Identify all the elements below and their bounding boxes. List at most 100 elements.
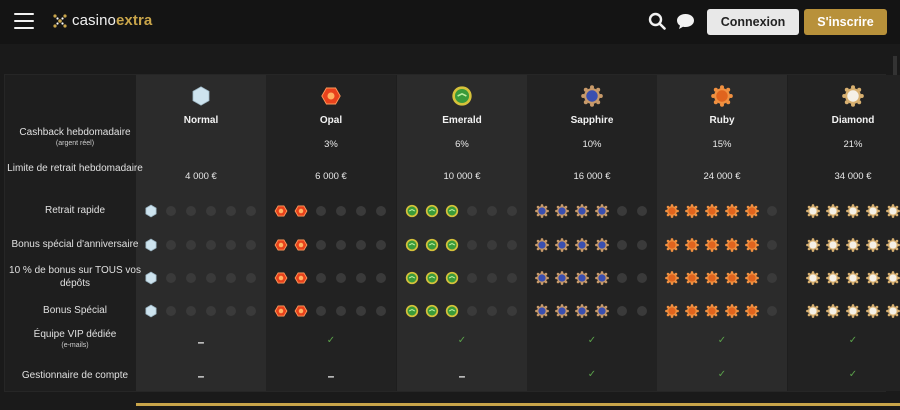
empty-dot-circle (376, 206, 386, 216)
row-label: Gestionnaire de compte (5, 369, 145, 382)
tier-header-opal: Opal (266, 85, 396, 126)
row-label: Cashback hebdomadaire (argent réel) (5, 126, 145, 148)
opal-gem-icon (273, 237, 289, 253)
empty-dot (614, 303, 630, 319)
login-button[interactable]: Connexion (707, 9, 799, 35)
empty-dot-circle (246, 306, 256, 316)
level-indicator (527, 303, 657, 319)
empty-dot (333, 237, 349, 253)
empty-dot-circle (507, 306, 517, 316)
level-indicator (266, 203, 396, 219)
sapphire-gem-icon (594, 270, 610, 286)
tier-header-diamond: Diamond (788, 85, 900, 126)
cashback-value: 3% (324, 139, 338, 150)
cashback-value: 6% (455, 139, 469, 150)
emerald-gem-icon (424, 303, 440, 319)
empty-dot-circle (637, 206, 647, 216)
row-label: Limite de retrait hebdomadaire (5, 162, 145, 175)
empty-dot (183, 203, 199, 219)
empty-dot-circle (376, 240, 386, 250)
empty-dot-circle (356, 240, 366, 250)
signup-button[interactable]: S'inscrire (804, 9, 887, 35)
search-icon[interactable] (648, 12, 666, 30)
diamond-gem-icon (825, 237, 841, 253)
empty-dot (163, 237, 179, 253)
menu-icon[interactable] (14, 13, 34, 29)
empty-dot-circle (467, 206, 477, 216)
empty-dot (614, 203, 630, 219)
row-label-text: Équipe VIP dédiée (33, 329, 117, 340)
logo-extra-text: extra (115, 12, 153, 29)
empty-dot-circle (356, 306, 366, 316)
empty-dot-circle (336, 206, 346, 216)
ruby-gem-icon (724, 270, 740, 286)
sapphire-gem-icon (554, 203, 570, 219)
casinoextra-logo[interactable]: casinoextra (52, 12, 152, 29)
empty-dot (373, 203, 389, 219)
empty-dot-circle (507, 240, 517, 250)
empty-dot (333, 203, 349, 219)
diamond-gem-icon (865, 203, 881, 219)
empty-dot-circle (186, 306, 196, 316)
tier-header-emerald: Emerald (397, 85, 527, 126)
empty-dot-circle (206, 206, 216, 216)
empty-dot (373, 270, 389, 286)
level-indicator (527, 203, 657, 219)
opal-gem-icon (273, 270, 289, 286)
empty-dot (614, 237, 630, 253)
row-label-note: (e-mails) (61, 342, 89, 349)
row-label-text: Bonus spécial d'anniversaire (11, 238, 139, 250)
empty-dot (163, 270, 179, 286)
empty-dot (764, 203, 780, 219)
empty-dot (223, 303, 239, 319)
diamond-gem-icon (885, 203, 900, 219)
empty-dot-circle (226, 240, 236, 250)
empty-dot-circle (166, 240, 176, 250)
empty-dot (504, 270, 520, 286)
dash-mark: – (458, 369, 466, 383)
empty-dot (183, 237, 199, 253)
diamond-gem-icon (865, 237, 881, 253)
ruby-gem-icon (704, 303, 720, 319)
level-indicator (397, 203, 527, 219)
sapphire-gem-icon (594, 203, 610, 219)
empty-dot-circle (487, 273, 497, 283)
empty-dot-circle (226, 206, 236, 216)
emerald-gem-icon (444, 270, 460, 286)
opal-gem-icon (293, 203, 309, 219)
sapphire-gem-icon (534, 303, 550, 319)
empty-dot (634, 303, 650, 319)
chat-icon[interactable] (676, 13, 695, 30)
level-indicator (657, 203, 787, 219)
empty-dot (313, 237, 329, 253)
empty-dot-circle (246, 240, 256, 250)
empty-dot (353, 270, 369, 286)
level-indicator (527, 270, 657, 286)
level-indicator (788, 237, 900, 253)
logo-casino-text: casino (72, 12, 116, 29)
empty-dot-circle (166, 306, 176, 316)
level-indicator (527, 237, 657, 253)
empty-dot (203, 203, 219, 219)
sapphire-gem-icon (534, 203, 550, 219)
diamond-gem-icon (845, 270, 861, 286)
empty-dot (353, 203, 369, 219)
dash-mark: – (197, 335, 205, 349)
sapphire-gem-icon (574, 203, 590, 219)
empty-dot-circle (246, 206, 256, 216)
diamond-gem-icon (845, 237, 861, 253)
level-indicator (136, 237, 266, 253)
level-indicator (136, 203, 266, 219)
empty-dot (163, 203, 179, 219)
empty-dot-circle (226, 273, 236, 283)
empty-dot (313, 303, 329, 319)
sapphire-gem-icon (527, 85, 657, 107)
sapphire-gem-icon (594, 303, 610, 319)
empty-dot (203, 303, 219, 319)
empty-dot (764, 270, 780, 286)
empty-dot (614, 270, 630, 286)
level-indicator (657, 237, 787, 253)
empty-dot-circle (767, 240, 777, 250)
diamond-gem-icon (825, 203, 841, 219)
empty-dot (223, 203, 239, 219)
